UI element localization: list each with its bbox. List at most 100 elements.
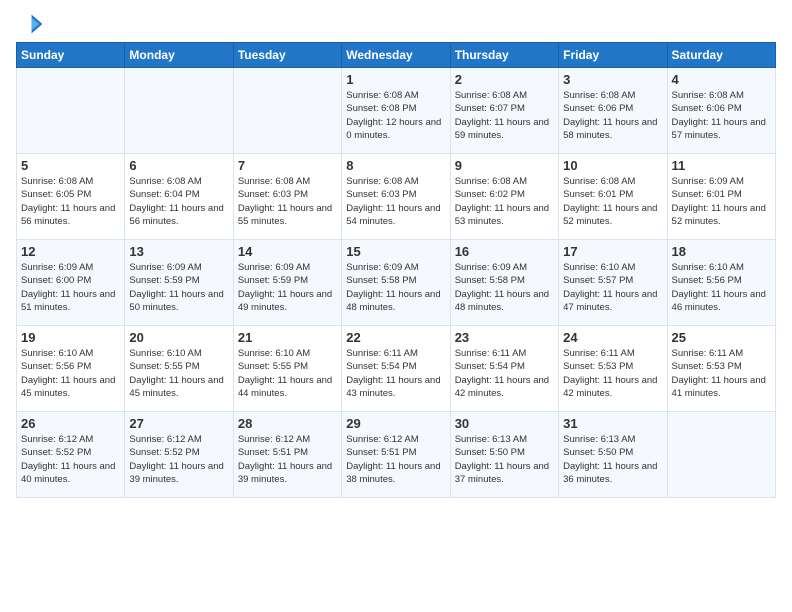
logo-icon [16,10,44,38]
day-info: Sunrise: 6:12 AM Sunset: 5:52 PM Dayligh… [21,433,120,486]
day-info: Sunrise: 6:08 AM Sunset: 6:01 PM Dayligh… [563,175,662,228]
header-row [16,10,776,38]
day-info: Sunrise: 6:11 AM Sunset: 5:53 PM Dayligh… [672,347,771,400]
day-info: Sunrise: 6:11 AM Sunset: 5:53 PM Dayligh… [563,347,662,400]
day-number: 19 [21,330,120,345]
calendar-cell: 19 Sunrise: 6:10 AM Sunset: 5:56 PM Dayli… [17,326,125,412]
calendar-week-row: 26 Sunrise: 6:12 AM Sunset: 5:52 PM Dayli… [17,412,776,498]
day-info: Sunrise: 6:09 AM Sunset: 5:58 PM Dayligh… [455,261,554,314]
calendar-cell: 3Sunrise: 6:08 AM Sunset: 6:06 PM Daylig… [559,68,667,154]
calendar-cell [125,68,233,154]
calendar-cell: 5Sunrise: 6:08 AM Sunset: 6:05 PM Daylig… [17,154,125,240]
weekday-header: Saturday [667,43,775,68]
weekday-header: Thursday [450,43,558,68]
day-number: 14 [238,244,337,259]
day-info: Sunrise: 6:12 AM Sunset: 5:51 PM Dayligh… [346,433,445,486]
day-info: Sunrise: 6:10 AM Sunset: 5:55 PM Dayligh… [129,347,228,400]
day-info: Sunrise: 6:08 AM Sunset: 6:06 PM Dayligh… [672,89,771,142]
calendar-body: 1Sunrise: 6:08 AM Sunset: 6:08 PM Daylig… [17,68,776,498]
day-number: 22 [346,330,445,345]
calendar-header: SundayMondayTuesdayWednesdayThursdayFrid… [17,43,776,68]
day-number: 24 [563,330,662,345]
day-number: 26 [21,416,120,431]
day-number: 21 [238,330,337,345]
calendar-cell [233,68,341,154]
day-number: 29 [346,416,445,431]
day-number: 11 [672,158,771,173]
day-info: Sunrise: 6:10 AM Sunset: 5:56 PM Dayligh… [21,347,120,400]
calendar-cell: 21 Sunrise: 6:10 AM Sunset: 5:55 PM Dayli… [233,326,341,412]
day-number: 3 [563,72,662,87]
day-number: 23 [455,330,554,345]
calendar-container: SundayMondayTuesdayWednesdayThursdayFrid… [0,0,792,506]
day-number: 9 [455,158,554,173]
calendar-cell [17,68,125,154]
day-number: 15 [346,244,445,259]
day-number: 8 [346,158,445,173]
calendar-week-row: 5Sunrise: 6:08 AM Sunset: 6:05 PM Daylig… [17,154,776,240]
day-number: 27 [129,416,228,431]
day-number: 28 [238,416,337,431]
day-info: Sunrise: 6:11 AM Sunset: 5:54 PM Dayligh… [346,347,445,400]
day-info: Sunrise: 6:10 AM Sunset: 5:56 PM Dayligh… [672,261,771,314]
day-info: Sunrise: 6:09 AM Sunset: 6:01 PM Dayligh… [672,175,771,228]
calendar-cell: 1Sunrise: 6:08 AM Sunset: 6:08 PM Daylig… [342,68,450,154]
calendar-week-row: 19 Sunrise: 6:10 AM Sunset: 5:56 PM Dayli… [17,326,776,412]
calendar-cell: 13Sunrise: 6:09 AM Sunset: 5:59 PM Dayli… [125,240,233,326]
day-info: Sunrise: 6:08 AM Sunset: 6:07 PM Dayligh… [455,89,554,142]
day-info: Sunrise: 6:12 AM Sunset: 5:52 PM Dayligh… [129,433,228,486]
day-info: Sunrise: 6:10 AM Sunset: 5:57 PM Dayligh… [563,261,662,314]
calendar-cell: 11 Sunrise: 6:09 AM Sunset: 6:01 PM Dayli… [667,154,775,240]
calendar-cell: 15 Sunrise: 6:09 AM Sunset: 5:58 PM Dayli… [342,240,450,326]
day-number: 13 [129,244,228,259]
logo [16,10,48,38]
day-info: Sunrise: 6:12 AM Sunset: 5:51 PM Dayligh… [238,433,337,486]
calendar-cell: 25 Sunrise: 6:11 AM Sunset: 5:53 PM Dayli… [667,326,775,412]
day-info: Sunrise: 6:09 AM Sunset: 6:00 PM Dayligh… [21,261,120,314]
day-info: Sunrise: 6:09 AM Sunset: 5:59 PM Dayligh… [238,261,337,314]
calendar-week-row: 1Sunrise: 6:08 AM Sunset: 6:08 PM Daylig… [17,68,776,154]
day-info: Sunrise: 6:08 AM Sunset: 6:08 PM Dayligh… [346,89,445,142]
calendar-cell: 10Sunrise: 6:08 AM Sunset: 6:01 PM Dayli… [559,154,667,240]
day-info: Sunrise: 6:11 AM Sunset: 5:54 PM Dayligh… [455,347,554,400]
calendar-cell: 22 Sunrise: 6:11 AM Sunset: 5:54 PM Dayli… [342,326,450,412]
calendar-cell: 29 Sunrise: 6:12 AM Sunset: 5:51 PM Dayli… [342,412,450,498]
calendar-week-row: 12 Sunrise: 6:09 AM Sunset: 6:00 PM Dayli… [17,240,776,326]
calendar-cell: 14 Sunrise: 6:09 AM Sunset: 5:59 PM Dayli… [233,240,341,326]
calendar-cell: 23 Sunrise: 6:11 AM Sunset: 5:54 PM Dayli… [450,326,558,412]
day-info: Sunrise: 6:08 AM Sunset: 6:04 PM Dayligh… [129,175,228,228]
weekday-header: Monday [125,43,233,68]
weekday-header: Friday [559,43,667,68]
calendar-cell: 16Sunrise: 6:09 AM Sunset: 5:58 PM Dayli… [450,240,558,326]
day-info: Sunrise: 6:08 AM Sunset: 6:02 PM Dayligh… [455,175,554,228]
day-number: 12 [21,244,120,259]
calendar-cell: 28 Sunrise: 6:12 AM Sunset: 5:51 PM Dayli… [233,412,341,498]
calendar-cell: 24 Sunrise: 6:11 AM Sunset: 5:53 PM Dayli… [559,326,667,412]
day-info: Sunrise: 6:09 AM Sunset: 5:58 PM Dayligh… [346,261,445,314]
day-number: 18 [672,244,771,259]
day-number: 4 [672,72,771,87]
day-number: 17 [563,244,662,259]
calendar-cell: 18 Sunrise: 6:10 AM Sunset: 5:56 PM Dayli… [667,240,775,326]
weekday-header: Wednesday [342,43,450,68]
calendar-cell: 12 Sunrise: 6:09 AM Sunset: 6:00 PM Dayli… [17,240,125,326]
day-number: 20 [129,330,228,345]
calendar-cell: 30 Sunrise: 6:13 AM Sunset: 5:50 PM Dayli… [450,412,558,498]
weekday-row: SundayMondayTuesdayWednesdayThursdayFrid… [17,43,776,68]
day-number: 25 [672,330,771,345]
calendar-cell: 8 Sunrise: 6:08 AM Sunset: 6:03 PM Daylig… [342,154,450,240]
calendar-cell: 27 Sunrise: 6:12 AM Sunset: 5:52 PM Dayli… [125,412,233,498]
day-info: Sunrise: 6:08 AM Sunset: 6:03 PM Dayligh… [346,175,445,228]
day-info: Sunrise: 6:10 AM Sunset: 5:55 PM Dayligh… [238,347,337,400]
day-info: Sunrise: 6:08 AM Sunset: 6:03 PM Dayligh… [238,175,337,228]
day-number: 30 [455,416,554,431]
day-number: 5 [21,158,120,173]
calendar-cell: 7Sunrise: 6:08 AM Sunset: 6:03 PM Daylig… [233,154,341,240]
day-number: 31 [563,416,662,431]
calendar-cell [667,412,775,498]
calendar-cell: 4 Sunrise: 6:08 AM Sunset: 6:06 PM Daylig… [667,68,775,154]
calendar-cell: 6Sunrise: 6:08 AM Sunset: 6:04 PM Daylig… [125,154,233,240]
day-info: Sunrise: 6:13 AM Sunset: 5:50 PM Dayligh… [563,433,662,486]
calendar-cell: 20 Sunrise: 6:10 AM Sunset: 5:55 PM Dayli… [125,326,233,412]
day-info: Sunrise: 6:13 AM Sunset: 5:50 PM Dayligh… [455,433,554,486]
